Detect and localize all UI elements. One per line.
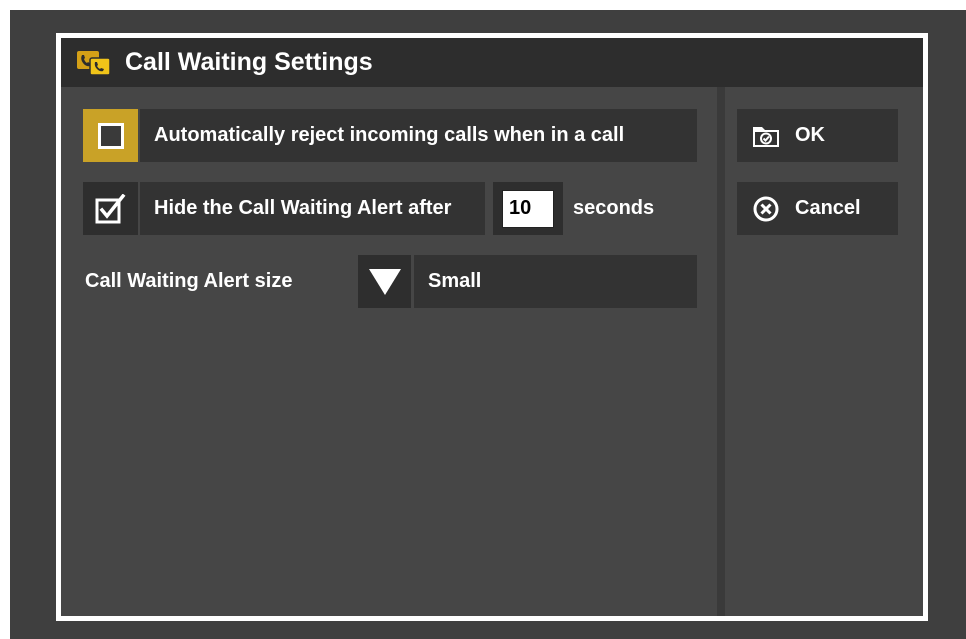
hide-alert-checkbox[interactable]: [83, 182, 138, 235]
cancel-label: Cancel: [795, 197, 861, 219]
folder-check-icon: [751, 121, 781, 151]
alert-size-select[interactable]: Small: [414, 255, 697, 308]
auto-reject-option[interactable]: Automatically reject incoming calls when…: [140, 109, 697, 162]
call-waiting-icon: [77, 51, 111, 76]
auto-reject-label: Automatically reject incoming calls when…: [154, 124, 625, 146]
hide-alert-option[interactable]: Hide the Call Waiting Alert after: [140, 182, 485, 235]
checkbox-unchecked-icon: [97, 122, 124, 149]
dialog-titlebar: Call Waiting Settings: [61, 38, 923, 87]
seconds-input[interactable]: [502, 189, 554, 228]
ok-label: OK: [795, 124, 825, 146]
side-divider: [717, 87, 725, 616]
circle-x-icon: [751, 194, 781, 224]
alert-size-label-wrap: Call Waiting Alert size: [85, 255, 292, 308]
dialog-title: Call Waiting Settings: [125, 48, 373, 76]
auto-reject-checkbox[interactable]: [83, 109, 138, 162]
call-waiting-dialog: Call Waiting Settings Automatically reje…: [56, 33, 928, 621]
seconds-label-wrap: seconds: [573, 182, 654, 235]
checkbox-checked-icon: [95, 193, 125, 223]
alert-size-dropdown-button[interactable]: [358, 255, 411, 308]
triangle-down-icon: [368, 268, 401, 295]
alert-size-label: Call Waiting Alert size: [85, 270, 293, 292]
alert-size-value: Small: [428, 270, 482, 292]
seconds-label: seconds: [573, 197, 655, 219]
seconds-field-wrap: [493, 182, 563, 235]
ok-button[interactable]: OK: [737, 109, 898, 162]
hide-alert-label: Hide the Call Waiting Alert after: [154, 197, 452, 219]
cancel-button[interactable]: Cancel: [737, 182, 898, 235]
settings-panel: Automatically reject incoming calls when…: [61, 87, 717, 616]
